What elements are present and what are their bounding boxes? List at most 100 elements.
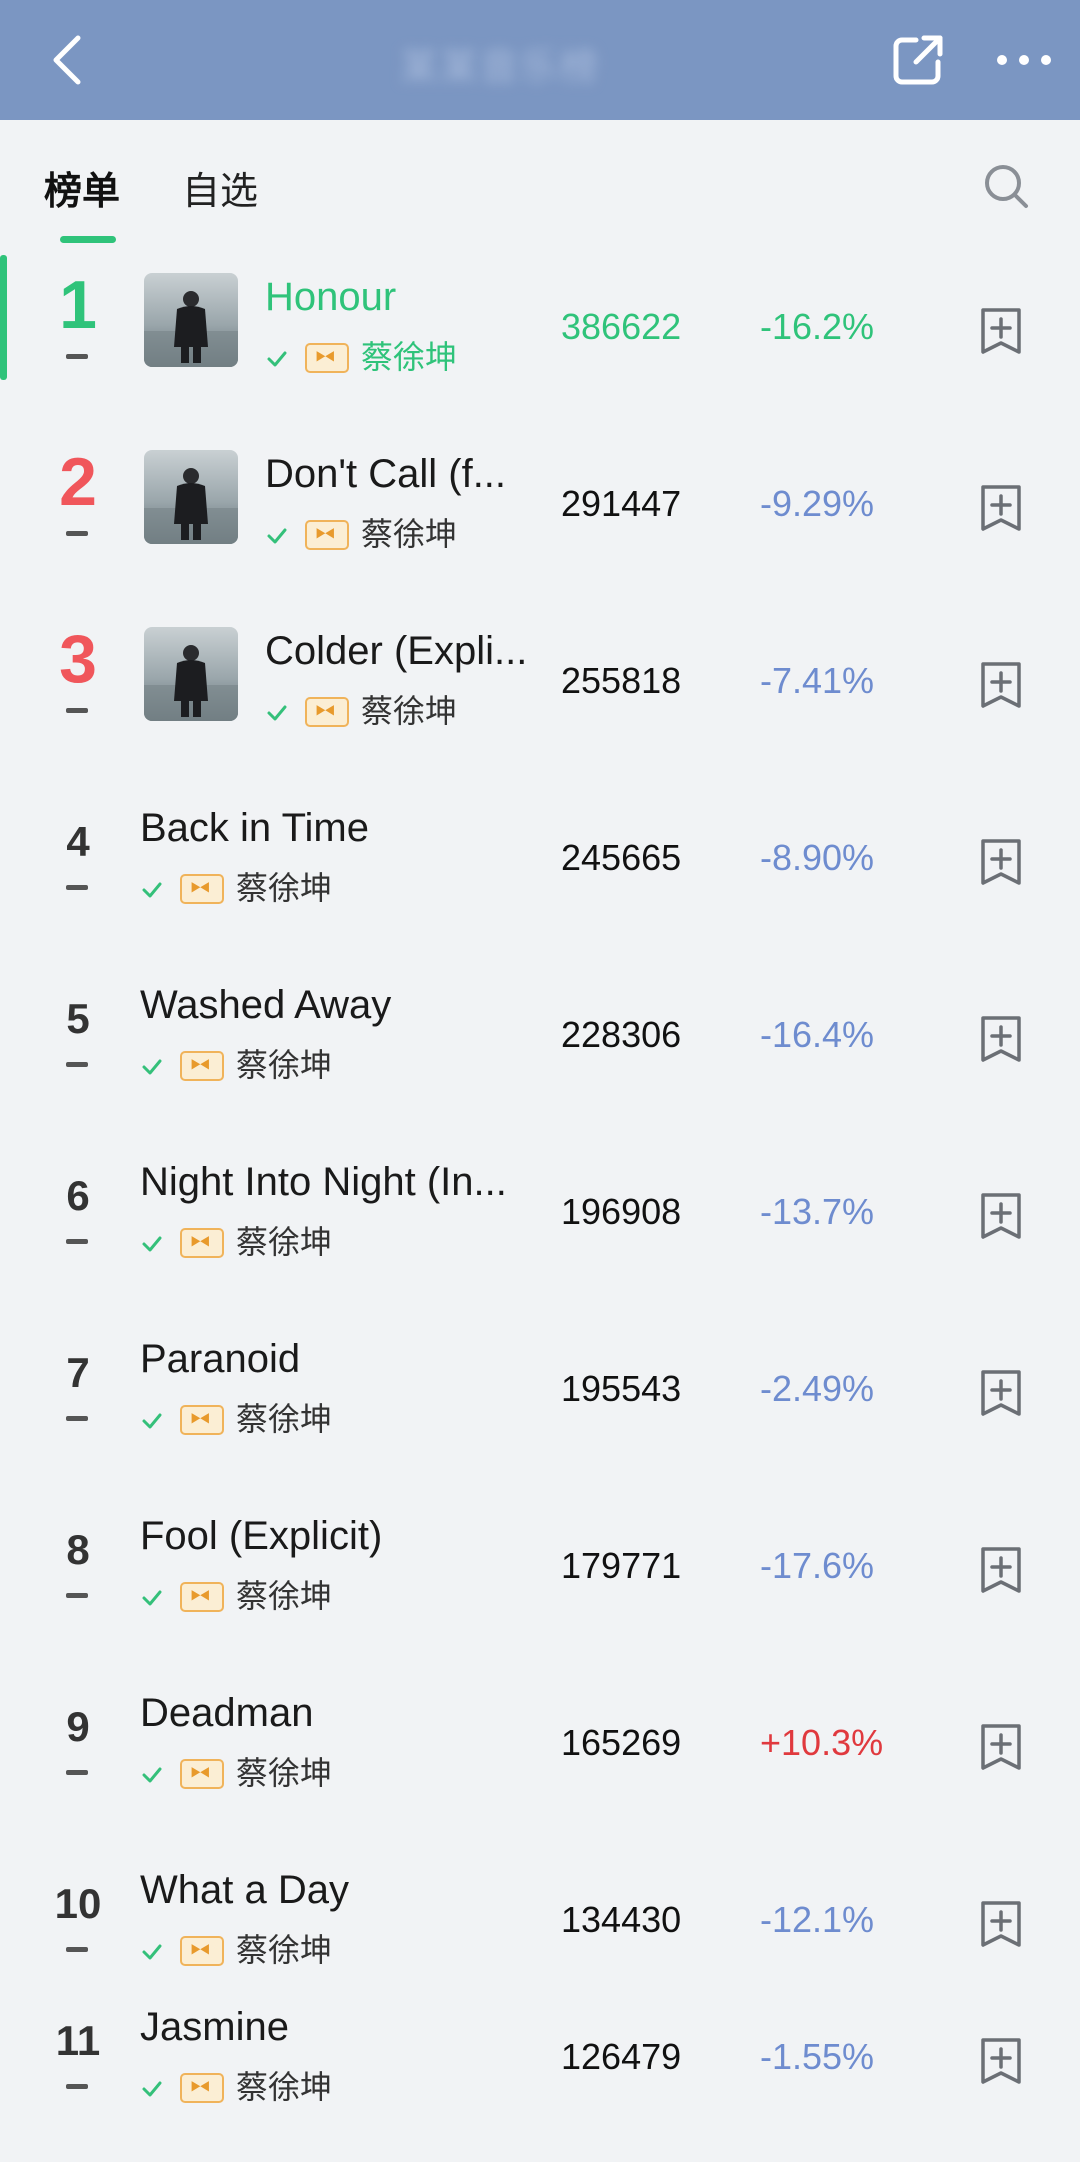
song-meta: 蔡徐坤 — [140, 1045, 360, 1085]
artist-name[interactable]: 蔡徐坤 — [236, 2067, 332, 2107]
chart-row[interactable]: 4 Back in Time 蔡徐坤 245665 -8.90% — [0, 786, 1080, 963]
rank-unchanged-icon — [66, 1593, 88, 1598]
play-count: 195543 — [561, 1368, 682, 1409]
change-percent: -16.4% — [760, 1014, 875, 1055]
play-count: 386622 — [561, 306, 682, 347]
song-meta: 蔡徐坤 — [265, 514, 485, 554]
change-percent: -2.49% — [760, 1368, 875, 1409]
chart-row[interactable]: 8 Fool (Explicit) 蔡徐坤 179771 -17.6% — [0, 1494, 1080, 1671]
add-to-favorites-icon[interactable] — [978, 1367, 1024, 1419]
song-title[interactable]: Night Into Night (In... — [140, 1158, 555, 1206]
song-title[interactable]: Honour — [265, 273, 555, 321]
rank-number: 11 — [55, 2017, 101, 2064]
album-cover[interactable] — [144, 627, 238, 721]
chart-row[interactable]: 2 Don't Call (f... 蔡徐坤 291447 -9.29% — [0, 432, 1080, 609]
verified-check-icon — [142, 2081, 162, 2097]
add-to-favorites-icon[interactable] — [978, 1190, 1024, 1242]
add-to-favorites-icon[interactable] — [978, 482, 1024, 534]
artist-name[interactable]: 蔡徐坤 — [361, 691, 457, 731]
mv-badge-icon — [305, 697, 349, 727]
tab-bar: 榜单 自选 — [0, 120, 1080, 250]
tab-favorites[interactable]: 自选 — [182, 160, 258, 215]
mv-badge-icon — [180, 1936, 224, 1966]
play-count: 134430 — [561, 1899, 682, 1940]
play-count: 245665 — [561, 837, 682, 878]
artist-name[interactable]: 蔡徐坤 — [236, 1399, 332, 1439]
artist-name[interactable]: 蔡徐坤 — [236, 1753, 332, 1793]
verified-check-icon — [267, 705, 287, 721]
play-count: 291447 — [561, 483, 682, 524]
song-title[interactable]: Fool (Explicit) — [140, 1512, 555, 1560]
song-meta: 蔡徐坤 — [265, 691, 485, 731]
add-to-favorites-icon[interactable] — [978, 1721, 1024, 1773]
song-title[interactable]: Back in Time — [140, 804, 555, 852]
mv-badge-icon — [305, 520, 349, 550]
mv-badge-icon — [180, 1582, 224, 1612]
rank-unchanged-icon — [66, 354, 88, 359]
verified-check-icon — [142, 1413, 162, 1429]
share-icon[interactable] — [890, 32, 946, 88]
play-count: 228306 — [561, 1014, 682, 1055]
chart-row[interactable]: 9 Deadman 蔡徐坤 165269 +10.3% — [0, 1671, 1080, 1848]
artist-name[interactable]: 蔡徐坤 — [361, 514, 457, 554]
change-percent: +10.3% — [760, 1722, 884, 1763]
change-percent: -7.41% — [760, 660, 875, 701]
artist-name[interactable]: 蔡徐坤 — [236, 1576, 332, 1616]
artist-name[interactable]: 蔡徐坤 — [236, 1930, 332, 1970]
rank-unchanged-icon — [66, 531, 88, 536]
album-cover[interactable] — [144, 450, 238, 544]
tab-chart[interactable]: 榜单 — [44, 160, 120, 215]
mv-badge-icon — [180, 874, 224, 904]
song-title[interactable]: Deadman — [140, 1689, 555, 1737]
song-meta: 蔡徐坤 — [140, 1399, 360, 1439]
search-icon[interactable] — [982, 162, 1030, 210]
mv-badge-icon — [180, 1759, 224, 1789]
rank-unchanged-icon — [66, 708, 88, 713]
change-percent: -12.1% — [760, 1899, 875, 1940]
chevron-left-icon[interactable] — [44, 30, 92, 90]
rank-number: 6 — [66, 1172, 90, 1219]
more-icon[interactable] — [992, 32, 1056, 88]
add-to-favorites-icon[interactable] — [978, 836, 1024, 888]
chart-row[interactable]: 7 Paranoid 蔡徐坤 195543 -2.49% — [0, 1317, 1080, 1494]
add-to-favorites-icon[interactable] — [978, 1013, 1024, 1065]
song-title[interactable]: Jasmine — [140, 2003, 555, 2051]
mv-badge-icon — [180, 1228, 224, 1258]
verified-check-icon — [142, 1059, 162, 1075]
play-count: 179771 — [561, 1545, 682, 1586]
verified-check-icon — [142, 1767, 162, 1783]
artist-name[interactable]: 蔡徐坤 — [236, 1222, 332, 1262]
song-meta: 蔡徐坤 — [140, 2067, 360, 2107]
active-tab-indicator — [60, 236, 116, 243]
song-title[interactable]: Don't Call (f... — [265, 450, 555, 498]
verified-check-icon — [142, 1944, 162, 1960]
album-cover[interactable] — [144, 273, 238, 367]
artist-name[interactable]: 蔡徐坤 — [236, 1045, 332, 1085]
verified-check-icon — [142, 1236, 162, 1252]
artist-name[interactable]: 蔡徐坤 — [236, 868, 332, 908]
song-title[interactable]: Paranoid — [140, 1335, 555, 1383]
chart-row[interactable]: 5 Washed Away 蔡徐坤 228306 -16.4% — [0, 963, 1080, 1140]
add-to-favorites-icon[interactable] — [978, 2035, 1024, 2087]
chart-row[interactable]: 3 Colder (Expli... 蔡徐坤 255818 -7.41% — [0, 609, 1080, 786]
song-meta: 蔡徐坤 — [140, 868, 360, 908]
add-to-favorites-icon[interactable] — [978, 1898, 1024, 1950]
rank-number: 9 — [66, 1703, 90, 1750]
add-to-favorites-icon[interactable] — [978, 1544, 1024, 1596]
rank-unchanged-icon — [66, 1947, 88, 1952]
song-title[interactable]: Colder (Expli... — [265, 627, 555, 675]
add-to-favorites-icon[interactable] — [978, 305, 1024, 357]
artist-name[interactable]: 蔡徐坤 — [361, 337, 457, 377]
song-title[interactable]: Washed Away — [140, 981, 555, 1029]
rank-number: 5 — [66, 995, 90, 1042]
change-percent: -9.29% — [760, 483, 875, 524]
chart-row[interactable]: 6 Night Into Night (In... 蔡徐坤 196908 -13.7% — [0, 1140, 1080, 1317]
rank-number: 3 — [59, 621, 97, 697]
rank-number: 7 — [66, 1349, 90, 1396]
rank-unchanged-icon — [66, 1062, 88, 1067]
chart-row[interactable]: 11 Jasmine 蔡徐坤 126479 -1.55% — [0, 1985, 1080, 2162]
mv-badge-icon — [180, 1051, 224, 1081]
add-to-favorites-icon[interactable] — [978, 659, 1024, 711]
chart-row[interactable]: 1 Honour 蔡徐坤 386622 -16.2% — [0, 255, 1080, 432]
song-title[interactable]: What a Day — [140, 1866, 555, 1914]
